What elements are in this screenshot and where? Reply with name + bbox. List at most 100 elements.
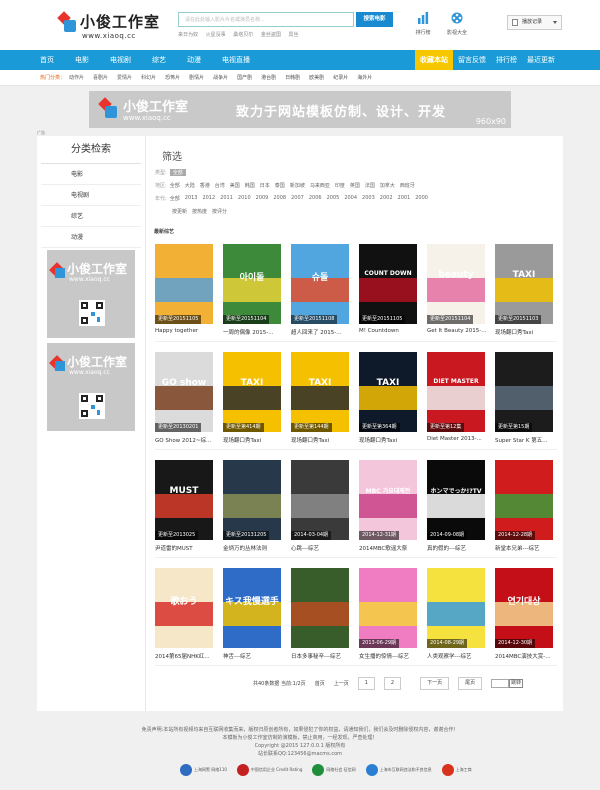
poster-image[interactable]: DIET MASTER 更新至第12集 xyxy=(427,352,485,432)
certification-badge[interactable]: 上海网警 网络110 xyxy=(180,764,227,776)
video-title[interactable]: 一周的偶像 2015-... xyxy=(223,328,287,336)
poster-image[interactable]: TAXI 更新至第364期 xyxy=(359,352,417,432)
search-button[interactable]: 搜索电影 xyxy=(356,12,393,27)
poster-image[interactable]: 更新至第15期 xyxy=(495,352,553,432)
video-card[interactable]: ホンマでっか!?TV 2014-09-08期 真的假的---综艺 xyxy=(427,460,485,559)
filter-option[interactable]: 马来西亚 xyxy=(310,182,330,189)
sidebar-item-movies[interactable]: 电影 xyxy=(41,164,141,185)
pager-page-2[interactable]: 2 xyxy=(383,677,402,690)
pager-go-button[interactable]: 跳转 xyxy=(509,679,524,688)
video-card[interactable]: beauty 更新至20151104 Get It Beauty 2015-... xyxy=(427,244,486,343)
poster-image[interactable]: 更新至20151105 xyxy=(155,244,213,324)
video-card[interactable]: 연기대상 2014-12-30期 2014MBC演技大赏-... xyxy=(495,568,553,667)
poster-image[interactable]: MUST 更新至2013025 xyxy=(155,460,213,540)
genre-link[interactable]: 科幻片 xyxy=(141,70,156,86)
nav-item-latest[interactable]: 最近更新 xyxy=(522,50,560,70)
poster-image[interactable]: 2013-06-29期 xyxy=(359,568,417,648)
certification-badge[interactable]: 中国信用企业 Credit Rating xyxy=(236,764,302,776)
poster-image[interactable]: 슈돌 更新至20151108 xyxy=(291,244,349,324)
filter-option[interactable]: 2009 xyxy=(256,195,269,202)
pager-next[interactable]: 下一页 xyxy=(420,677,450,690)
sort-option[interactable]: 按评分 xyxy=(212,208,227,215)
certification-badge[interactable]: 网络社会 征信网 xyxy=(312,764,356,776)
filter-option[interactable]: 加拿大 xyxy=(380,182,395,189)
nav-item-movies[interactable]: 电影 xyxy=(75,50,89,70)
qr-ad-card[interactable]: 小俊工作室 www.xiaoq.cc xyxy=(47,250,135,338)
nav-item-feedback[interactable]: 留言反馈 xyxy=(453,50,491,70)
poster-image[interactable] xyxy=(291,568,349,648)
hot-keyword[interactable]: 金丝盗国 xyxy=(261,32,281,38)
video-card[interactable]: 2014-08-29期 人类观察学---综艺 xyxy=(427,568,485,667)
poster-image[interactable]: 2014-12-28期 xyxy=(495,460,553,540)
pager-page-1[interactable]: 1 xyxy=(357,677,375,690)
pager-prev[interactable]: 上一页 xyxy=(334,680,349,687)
genre-link[interactable]: 爱情片 xyxy=(117,70,132,86)
video-title[interactable]: 现场翻口秀Taxi xyxy=(495,328,559,336)
filter-option[interactable]: 大陆 xyxy=(185,182,195,189)
filter-option[interactable]: 2010 xyxy=(238,195,251,202)
genre-link[interactable]: 国产剧 xyxy=(237,70,252,86)
video-card[interactable]: 日本多事秘辛---综艺 xyxy=(291,568,349,667)
poster-image[interactable]: 2014-03-04期 xyxy=(291,460,349,540)
video-card[interactable]: 아이돌 更新至20151104 一周的偶像 2015-... xyxy=(223,244,281,343)
video-card[interactable]: MUST 更新至2013025 尹道雷的MUST xyxy=(155,460,213,559)
genre-link[interactable]: 战争片 xyxy=(213,70,228,86)
video-title[interactable]: 现场翻口秀Taxi xyxy=(359,436,423,444)
filter-option[interactable]: 2008 xyxy=(273,195,286,202)
filter-option[interactable]: 香港 xyxy=(200,182,210,189)
poster-image[interactable]: 연기대상 2014-12-30期 xyxy=(495,568,553,648)
filter-option[interactable]: 英国 xyxy=(350,182,360,189)
certification-badge[interactable]: 上海市互联网违法和不良信息 xyxy=(365,764,432,776)
certification-badge[interactable]: 上海工商 xyxy=(441,764,472,776)
filter-option[interactable]: 西班牙 xyxy=(400,182,415,189)
filter-option[interactable]: 2006 xyxy=(309,195,322,202)
filter-option[interactable]: 法国 xyxy=(365,182,375,189)
video-title[interactable]: M! Countdown xyxy=(359,328,423,334)
filter-option[interactable]: 泰国 xyxy=(275,182,285,189)
poster-image[interactable]: MBC 가요대제전 2014-12-31期 xyxy=(359,460,417,540)
genre-link[interactable]: 港台剧 xyxy=(261,70,276,86)
video-title[interactable]: 新堂本兄弟---综艺 xyxy=(495,544,559,552)
video-title[interactable]: 2014MBC歌谣大祭 xyxy=(359,544,423,552)
hot-keyword[interactable]: 桑塔贝尔 xyxy=(233,32,253,38)
video-card[interactable]: 2014-03-04期 心跳---综艺 xyxy=(291,460,349,559)
video-card[interactable]: 更新至20131205 金炳万的丛林法则 xyxy=(223,460,281,559)
filter-option[interactable]: 2005 xyxy=(327,195,340,202)
search-input[interactable]: 请在此处输入影片片名或演员名称... xyxy=(178,12,354,27)
video-title[interactable]: 现场翻口秀Taxi xyxy=(291,436,355,444)
video-title[interactable]: 超人回来了 2015-... xyxy=(291,328,355,336)
pager-page-input[interactable] xyxy=(491,679,510,688)
poster-image[interactable]: 아이돌 更新至20151104 xyxy=(223,244,281,324)
video-title[interactable]: 2014第65届NHK红... xyxy=(155,652,219,660)
genre-link[interactable]: 剧情片 xyxy=(189,70,204,86)
nav-item-home[interactable]: 首页 xyxy=(40,50,54,70)
sidebar-item-tv-series[interactable]: 电视剧 xyxy=(41,185,141,206)
genre-link[interactable]: 欧美剧 xyxy=(309,70,324,86)
video-card[interactable]: TAXI 更新至第364期 现场翻口秀Taxi xyxy=(359,352,417,451)
video-title[interactable]: 尹道雷的MUST xyxy=(155,544,219,552)
filter-option[interactable]: 2013 xyxy=(185,195,198,202)
video-title[interactable]: 真的假的---综艺 xyxy=(427,544,491,552)
video-title[interactable]: 金炳万的丛林法则 xyxy=(223,544,287,552)
filter-option[interactable]: 台湾 xyxy=(215,182,225,189)
video-card[interactable]: MBC 가요대제전 2014-12-31期 2014MBC歌谣大祭 xyxy=(359,460,417,559)
nav-item-rankings[interactable]: 排行榜 xyxy=(491,50,522,70)
genre-link[interactable]: 动作片 xyxy=(69,70,84,86)
filter-option[interactable]: 全部 xyxy=(170,182,180,189)
hot-keyword[interactable]: 屌丝 xyxy=(288,32,298,38)
sort-option[interactable]: 按热度 xyxy=(192,208,207,215)
hot-keyword[interactable]: 火星没事 xyxy=(206,32,226,38)
poster-image[interactable]: TAXI 更新至第144期 xyxy=(291,352,349,432)
video-card[interactable]: 슈돌 更新至20151108 超人回来了 2015-... xyxy=(291,244,349,343)
video-card[interactable]: TAXI 更新至第414期 现场翻口秀Taxi xyxy=(223,352,281,451)
video-title[interactable]: GO Show 2012~综... xyxy=(155,436,219,444)
video-title[interactable]: Get It Beauty 2015-... xyxy=(427,328,491,334)
ad-banner[interactable]: 小俊工作室 www.xiaoq.cc 致力于网站模板仿制、设计、开发 960x9… xyxy=(89,91,511,128)
filter-option[interactable]: 2003 xyxy=(362,195,375,202)
filter-option[interactable]: 美国 xyxy=(230,182,240,189)
poster-image[interactable]: TAXI 更新至20151103 xyxy=(495,244,553,324)
poster-image[interactable]: 更新至20131205 xyxy=(223,460,281,540)
filter-option[interactable]: 新加坡 xyxy=(290,182,305,189)
video-card[interactable]: 更新至20151105 Happy together xyxy=(155,244,213,343)
site-logo[interactable]: 小俊工作室 www.xiaoq.cc xyxy=(57,10,168,42)
